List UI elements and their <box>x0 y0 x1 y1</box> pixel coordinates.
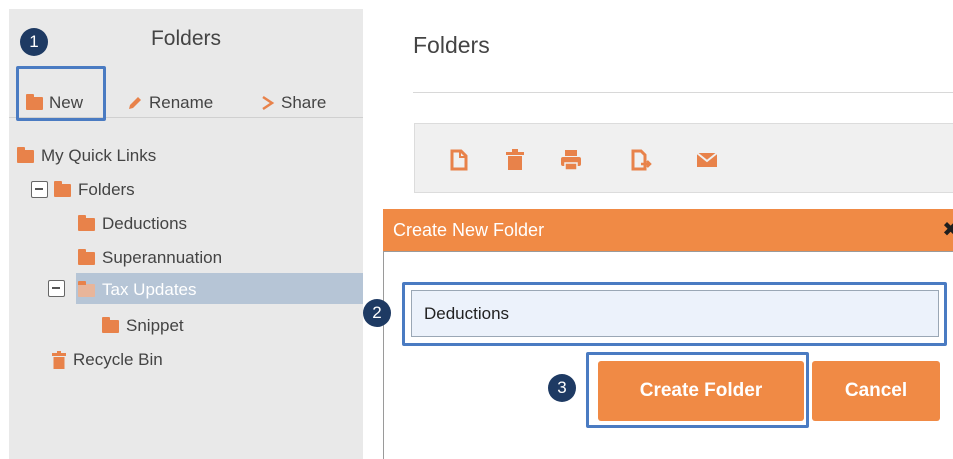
highlight-new-button <box>16 66 106 121</box>
folder-icon <box>78 280 95 297</box>
tree-label: Tax Updates <box>102 280 197 299</box>
share-button[interactable]: Share <box>259 93 326 113</box>
rename-label: Rename <box>149 93 214 112</box>
folder-icon <box>102 316 119 333</box>
new-document-icon[interactable] <box>447 148 471 172</box>
tree-label: Superannuation <box>102 248 223 267</box>
pencil-icon <box>129 97 141 109</box>
page-title: Folders <box>413 32 490 58</box>
trash-icon <box>52 351 66 369</box>
tree-item-deductions[interactable]: Deductions <box>78 214 187 234</box>
tree-label: Recycle Bin <box>73 350 163 369</box>
create-folder-button[interactable]: Create Folder <box>598 361 804 421</box>
collapse-toggle-folders[interactable] <box>31 181 48 198</box>
rename-button[interactable]: Rename <box>127 93 213 113</box>
tree-item-snippet[interactable]: Snippet <box>102 316 184 336</box>
cancel-button[interactable]: Cancel <box>812 361 940 421</box>
collapse-toggle-tax-updates[interactable] <box>48 280 65 297</box>
folder-name-input[interactable] <box>411 290 939 337</box>
export-icon[interactable] <box>629 148 653 172</box>
step-badge-1: 1 <box>20 28 48 56</box>
share-label: Share <box>281 93 327 112</box>
tree-item-superannuation[interactable]: Superannuation <box>78 248 222 268</box>
close-icon[interactable]: ✖ <box>942 209 953 251</box>
dialog-header: Create New Folder ✖ <box>383 209 953 251</box>
chevron-right-icon <box>262 95 275 111</box>
dialog-title: Create New Folder <box>393 220 545 240</box>
sidebar-title: Folders <box>150 27 222 50</box>
step-badge-3: 3 <box>548 374 576 402</box>
title-divider <box>413 92 953 93</box>
tree-item-folders[interactable]: Folders <box>54 180 135 200</box>
tree-item-tax-updates[interactable]: Tax Updates <box>78 280 197 300</box>
tree-label: Snippet <box>126 316 184 335</box>
tree-label: My Quick Links <box>41 146 157 165</box>
email-icon[interactable] <box>695 148 719 172</box>
print-icon[interactable] <box>559 148 583 172</box>
trash-icon[interactable] <box>503 148 527 172</box>
tree-label: Deductions <box>102 214 188 233</box>
tree-label: Folders <box>78 180 135 199</box>
folder-icon <box>54 180 71 197</box>
folder-icon <box>78 214 95 231</box>
folder-icon <box>78 248 95 265</box>
folder-icon <box>17 146 34 163</box>
tree-item-quick-links[interactable]: My Quick Links <box>17 146 156 166</box>
action-toolbar <box>414 123 953 193</box>
step-badge-2: 2 <box>363 299 391 327</box>
tree-item-recycle-bin[interactable]: Recycle Bin <box>52 350 163 370</box>
